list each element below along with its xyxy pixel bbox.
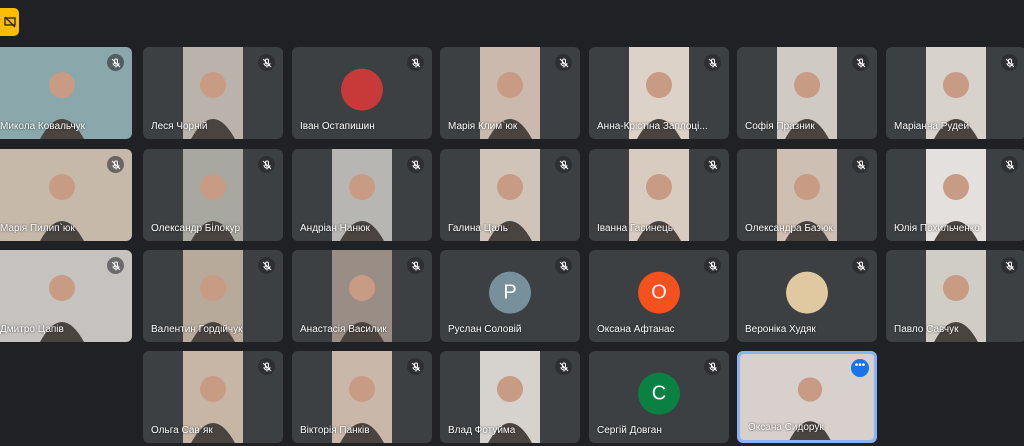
participant-tile[interactable]: Анастасія Василик: [292, 250, 432, 342]
participant-name: Іванна Гасинець: [597, 223, 673, 234]
mic-off-icon: [704, 257, 721, 274]
participant-name: Анна-Крістіна Заплоці...: [597, 121, 708, 132]
participant-tile[interactable]: Андріан Нанюк: [292, 149, 432, 241]
participant-tile[interactable]: Марія Пилип`юк: [0, 149, 132, 241]
mic-off-icon: [555, 54, 572, 71]
avatar: [341, 68, 383, 111]
participant-name: Валентин Гордійчук: [151, 324, 243, 335]
participant-name: Вікторія Панків: [300, 425, 370, 436]
participant-name: Руслан Соловій: [448, 324, 522, 335]
participant-name: Дмитро Цапів: [0, 324, 64, 335]
mic-off-icon: [1001, 257, 1018, 274]
participant-tile[interactable]: Олександра Базюк: [737, 149, 877, 241]
participant-name: Маріанна Рудей: [894, 121, 970, 132]
avatar-letter: P: [489, 271, 531, 314]
participant-tile[interactable]: Іванна Гасинець: [589, 149, 729, 241]
participant-name: Микола Ковальчук: [0, 121, 86, 132]
participant-tile[interactable]: Софія Празник: [737, 47, 877, 139]
participant-name: Вероніка Худяк: [745, 324, 816, 335]
mic-off-icon: [704, 54, 721, 71]
participant-name: Сергій Довган: [597, 425, 662, 436]
mic-off-icon: [704, 156, 721, 173]
mic-off-icon: [704, 358, 721, 375]
mic-off-icon: [1001, 54, 1018, 71]
participant-tile[interactable]: Микола Ковальчук: [0, 47, 132, 139]
participant-tile[interactable]: Дмитро Цапів: [0, 250, 132, 342]
mic-off-icon: [1001, 156, 1018, 173]
participant-tile[interactable]: Валентин Гордійчук: [143, 250, 283, 342]
participant-name: Іван Остапишин: [300, 121, 375, 132]
participant-tile[interactable]: Марія Клим`юк: [440, 47, 580, 139]
mic-off-icon: [107, 257, 124, 274]
participant-name: Олександр Білокур: [151, 223, 241, 234]
mic-off-icon: [107, 156, 124, 173]
mic-off-icon: [852, 156, 869, 173]
participant-name: Павло Савчук: [894, 324, 959, 335]
participant-tile[interactable]: Галина Цаль: [440, 149, 580, 241]
participant-name: Марія Пилип`юк: [0, 223, 75, 234]
participant-tile[interactable]: Влад Фотуйма: [440, 351, 580, 443]
avatar: [786, 271, 828, 314]
participant-tile[interactable]: Анна-Крістіна Заплоці...: [589, 47, 729, 139]
mic-off-icon: [107, 54, 124, 71]
mic-off-icon: [258, 156, 275, 173]
mic-off-icon: [407, 257, 424, 274]
participant-tile[interactable]: C Сергій Довган: [589, 351, 729, 443]
participant-name: Юлія Похильченко: [894, 223, 980, 234]
participant-grid: Микола Ковальчук Леся Чорній Іван Остапиши…: [0, 0, 1024, 446]
participant-tile[interactable]: Іван Остапишин: [292, 47, 432, 139]
mic-off-icon: [258, 358, 275, 375]
participant-tile[interactable]: Павло Савчук: [886, 250, 1024, 342]
participant-name: Олександра Базюк: [745, 223, 833, 234]
participant-name: Леся Чорній: [151, 121, 208, 132]
mic-off-icon: [852, 257, 869, 274]
participant-name: Галина Цаль: [448, 223, 508, 234]
mic-off-icon: [555, 358, 572, 375]
participant-name: Ольга Сав`як: [151, 425, 213, 436]
mic-off-icon: [407, 358, 424, 375]
participant-name: Анастасія Василик: [300, 324, 387, 335]
participant-name: Софія Празник: [745, 121, 815, 132]
participant-name: Оксана Сидорук: [748, 422, 824, 433]
participant-tile[interactable]: P Руслан Соловій: [440, 250, 580, 342]
mic-off-icon: [407, 156, 424, 173]
participant-tile[interactable]: Ольга Сав`як: [143, 351, 283, 443]
participant-name: Андріан Нанюк: [300, 223, 370, 234]
participant-name: Оксана Афтанас: [597, 324, 675, 335]
participant-tile[interactable]: Юлія Похильченко: [886, 149, 1024, 241]
mic-off-icon: [258, 257, 275, 274]
participant-name: Марія Клим`юк: [448, 121, 518, 132]
mic-off-icon: [555, 257, 572, 274]
participant-name: Влад Фотуйма: [448, 425, 516, 436]
avatar-letter: O: [638, 271, 680, 314]
participant-tile[interactable]: Леся Чорній: [143, 47, 283, 139]
avatar-letter: C: [638, 372, 680, 415]
more-options-icon[interactable]: •••: [851, 359, 869, 377]
participant-tile[interactable]: Маріанна Рудей: [886, 47, 1024, 139]
participant-tile[interactable]: O Оксана Афтанас: [589, 250, 729, 342]
mic-off-icon: [852, 54, 869, 71]
participant-tile[interactable]: Олександр Білокур: [143, 149, 283, 241]
participant-tile[interactable]: Вікторія Панків: [292, 351, 432, 443]
participant-tile[interactable]: Вероніка Худяк: [737, 250, 877, 342]
mic-off-icon: [258, 54, 275, 71]
mic-off-icon: [407, 54, 424, 71]
mic-off-icon: [555, 156, 572, 173]
participant-tile[interactable]: ••• Оксана Сидорук: [737, 351, 877, 443]
